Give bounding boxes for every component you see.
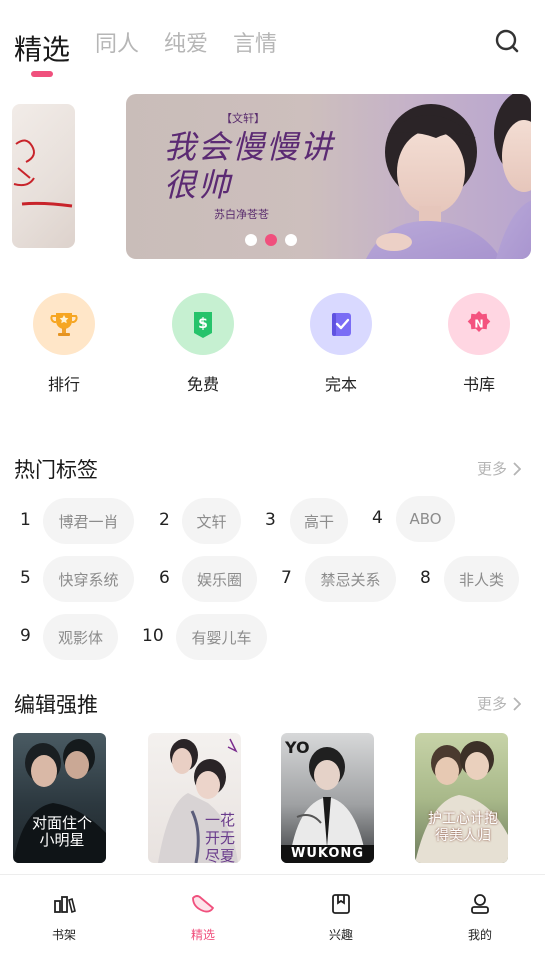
tag-chip[interactable]: 观影体 [43,614,118,660]
search-button[interactable] [493,27,521,55]
nav-profile[interactable]: 我的 [450,892,510,943]
tag-chip[interactable]: 快穿系统 [43,556,134,602]
tag-rank-number: 7 [281,568,292,588]
editor-picks-title: 编辑强推 [14,693,98,717]
banner-tag: 【文轩】 [221,112,265,125]
book-cover[interactable]: 护工心计抱得美人归 [415,733,508,863]
nav-interest-label: 兴趣 [328,928,353,942]
chevron-right-icon [513,696,521,711]
tag-chip[interactable]: 高干 [290,498,348,544]
svg-text:N: N [474,318,483,331]
free-label: 免费 [186,375,219,394]
nav-featured-label: 精选 [190,928,215,942]
top-tab-bar: 精选 同人 纯爱 言情 [0,0,545,90]
book-cover[interactable]: YO WUKONG [281,733,374,863]
book-title: 护工心计抱得美人归 [428,811,498,844]
tag-rank-number: 1 [20,510,31,530]
free-coupon-icon: $ [194,312,212,338]
tag-rank-number: 3 [265,510,276,530]
hot-tags-more-label: 更多 [476,460,507,478]
nav-bookshelf-label: 书架 [51,928,76,942]
tab-fanfic[interactable]: 同人 [95,26,139,58]
library-icon-circle: N [448,293,510,355]
profile-icon [471,894,489,914]
book-title: 一花开无尽夏 [204,811,235,863]
book-cover[interactable]: 一花开无尽夏 [148,733,241,863]
hot-tags-title: 热门标签 [14,458,98,482]
banner-slide[interactable]: 【文轩】 我会慢慢讲很帅 苏白净苍苍 [126,94,531,259]
bookshelf-icon [54,896,76,914]
tag-chip[interactable]: 文轩 [182,498,241,544]
library-entry[interactable]: N 书库 [448,293,510,395]
banner-dot-active[interactable] [265,234,277,246]
book-title: 对面住个小明星 [31,814,92,849]
svg-text:YO: YO [284,738,310,757]
ranking-label: 排行 [47,375,80,394]
tab-pure-love[interactable]: 纯爱 [164,26,208,58]
tag-rank-number: 2 [159,510,170,530]
nav-interest[interactable]: 兴趣 [311,892,371,943]
hot-tags-more-button[interactable]: 更多 [477,458,521,479]
nav-profile-label: 我的 [467,928,492,942]
banner-dot[interactable] [285,234,297,246]
editor-picks-more-button[interactable]: 更多 [477,693,521,714]
library-label: 书库 [462,375,495,394]
ranking-icon-circle [33,293,95,355]
completed-book-icon [332,313,351,336]
nav-featured[interactable]: 精选 [173,892,233,943]
book-cover-art: YO [281,738,374,863]
tag-rank-number: 8 [420,568,431,588]
interest-icon [332,894,350,914]
chevron-right-icon [513,461,521,476]
featured-icon [192,895,214,913]
tag-chip[interactable]: 禁忌关系 [305,556,396,602]
banner-previous-art [13,139,73,208]
banner-dot[interactable] [245,234,257,246]
banner-previous-slide[interactable] [12,104,75,248]
nav-bookshelf[interactable]: 书架 [34,892,94,943]
tag-chip[interactable]: 娱乐圈 [182,556,257,602]
book-cover[interactable]: 对面住个小明星 [13,733,106,863]
free-icon-circle: $ [172,293,234,355]
tag-rank-number: 4 [372,508,383,528]
library-icon: N [467,311,491,332]
tab-featured[interactable]: 精选 [14,28,70,68]
completed-entry[interactable]: 完本 [310,293,372,395]
tag-rank-number: 9 [20,626,31,646]
tag-chip[interactable]: ABO [396,496,455,542]
tag-rank-number: 10 [142,626,164,646]
tag-rank-number: 5 [20,568,31,588]
tag-rank-number: 6 [159,568,170,588]
editor-picks-more-label: 更多 [476,695,507,713]
tag-chip[interactable]: 有婴儿车 [176,614,267,660]
banner-pagination [245,234,297,246]
free-entry[interactable]: $ 免费 [172,293,234,395]
completed-icon-circle [310,293,372,355]
ranking-entry[interactable]: 排行 [33,293,95,395]
tab-romance[interactable]: 言情 [233,26,277,58]
tag-chip[interactable]: 博君一肖 [43,498,134,544]
banner-title: 我会慢慢讲很帅 [164,128,335,204]
svg-text:$: $ [198,316,208,332]
search-icon [495,29,519,53]
book-title: WUKONG [291,846,364,861]
banner-author: 苏白净苍苍 [214,208,269,221]
bottom-navigation: 书架 精选 兴趣 我的 [0,874,545,957]
trophy-icon [50,313,78,336]
tag-chip[interactable]: 非人类 [444,556,519,602]
completed-label: 完本 [324,375,357,394]
active-tab-indicator [31,71,53,77]
